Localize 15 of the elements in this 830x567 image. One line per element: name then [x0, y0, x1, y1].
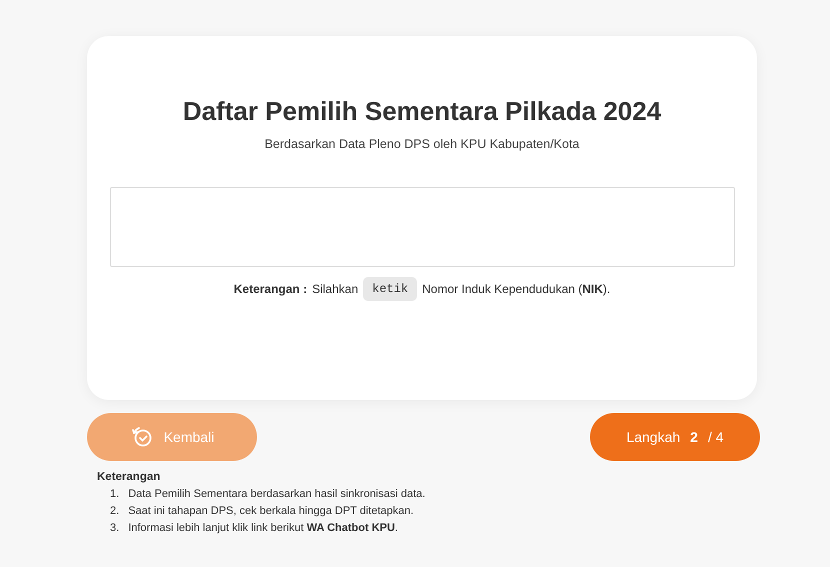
- list-number: 1.: [110, 487, 120, 501]
- hint-text: Silahkan: [312, 282, 358, 296]
- notes-title: Keterangan: [97, 471, 162, 483]
- step-button[interactable]: Langkah 2 / 4: [590, 413, 760, 461]
- nik-input-field[interactable]: [110, 187, 734, 267]
- note-text: Informasi lebih lanjut klik link berikut WA Chatbot KPU.: [128, 521, 398, 535]
- hint-text: Nomor Induk Kependudukan (NIK).: [422, 282, 610, 296]
- note-text: Data Pemilih Sementara berdasarkan hasil sinkronisasi data.: [128, 487, 426, 501]
- list-number: 2.: [110, 504, 120, 518]
- list-number: 3.: [110, 521, 120, 535]
- note-text: Saat ini tahapan DPS, cek berkala hingga DPT ditetapkan.: [128, 504, 414, 518]
- hint-label: Keterangan :: [234, 282, 308, 296]
- subtitle: Berdasarkan Data Pleno DPS oleh KPU Kabupaten/Kota: [264, 137, 580, 151]
- page-title: Daftar Pemilih Sementara Pilkada 2024: [182, 96, 662, 127]
- code-chip: ketik: [363, 277, 418, 301]
